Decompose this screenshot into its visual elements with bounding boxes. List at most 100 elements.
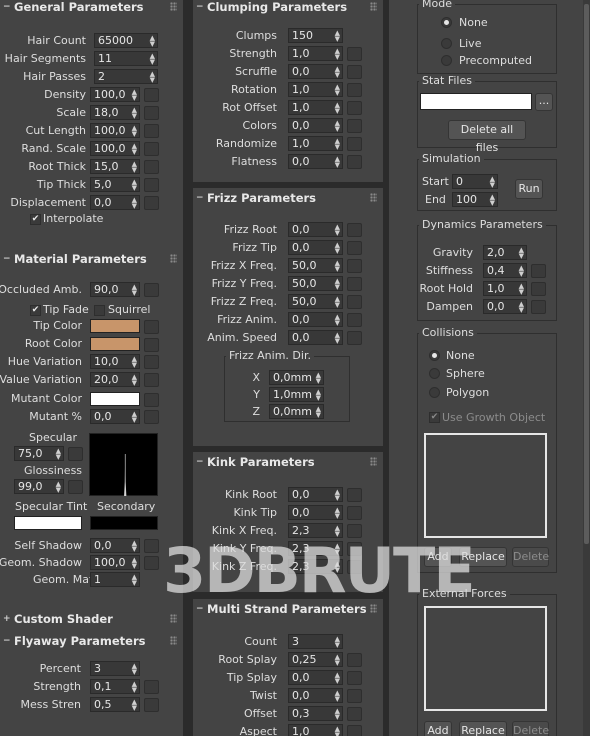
general-field-spinner[interactable]: 15,0 ▲ ▼ <box>90 159 140 174</box>
specular-tint-swatch[interactable] <box>14 516 82 530</box>
clumping-field-spinner[interactable]: 1,0 ▲ ▼ <box>288 100 343 115</box>
map-button[interactable] <box>347 223 362 237</box>
map-button[interactable] <box>347 259 362 273</box>
general-parameters-header[interactable]: − General Parameters <box>0 0 183 17</box>
spinner-arrows-icon[interactable]: ▲ ▼ <box>335 654 340 667</box>
forces-add-button[interactable]: Add <box>424 721 452 736</box>
collision-sphere-radio[interactable] <box>429 368 440 379</box>
collision-delete-button[interactable]: Delete <box>512 547 549 567</box>
spinner-arrows-icon[interactable]: ▲ ▼ <box>490 194 495 207</box>
map-button[interactable] <box>347 560 362 574</box>
spinner-arrows-icon[interactable]: ▲ ▼ <box>335 84 340 97</box>
grip-icon[interactable] <box>370 604 377 613</box>
spinner-arrows-icon[interactable]: ▲ ▼ <box>132 699 137 712</box>
collision-polygon-radio[interactable] <box>429 387 440 398</box>
clumping-field-spinner[interactable]: 150 ▲ ▼ <box>288 28 343 43</box>
map-button[interactable] <box>347 137 362 151</box>
spinner-arrows-icon[interactable]: ▲ ▼ <box>335 120 340 133</box>
map-button[interactable] <box>144 124 159 138</box>
spinner-arrows-icon[interactable]: ▲ ▼ <box>335 636 340 649</box>
spinner-arrows-icon[interactable]: ▲ ▼ <box>132 89 137 102</box>
spinner-arrows-icon[interactable]: ▲ ▼ <box>335 138 340 151</box>
map-button[interactable] <box>531 300 546 314</box>
spinner-arrows-icon[interactable]: ▲ ▼ <box>316 389 321 402</box>
scrollbar-thumb[interactable] <box>584 4 589 544</box>
flyaway-parameters-header[interactable]: − Flyaway Parameters <box>0 631 183 651</box>
map-button[interactable] <box>531 264 546 278</box>
general-field-spinner[interactable]: 0,0 ▲ ▼ <box>90 195 140 210</box>
end-spinner[interactable]: 100 ▲ ▼ <box>452 192 498 207</box>
map-button[interactable] <box>144 393 159 407</box>
clumping-field-spinner[interactable]: 1,0 ▲ ▼ <box>288 82 343 97</box>
spinner-arrows-icon[interactable]: ▲ ▼ <box>335 489 340 502</box>
grip-icon[interactable] <box>370 2 377 11</box>
collision-add-button[interactable]: Add <box>424 547 452 567</box>
spinner-arrows-icon[interactable]: ▲ ▼ <box>132 540 137 553</box>
clumping-field-spinner[interactable]: 0,0 ▲ ▼ <box>288 118 343 133</box>
spinner-arrows-icon[interactable]: ▲ ▼ <box>335 30 340 43</box>
map-button[interactable] <box>347 277 362 291</box>
spinner-arrows-icon[interactable]: ▲ ▼ <box>519 301 524 314</box>
spinner-arrows-icon[interactable]: ▲ ▼ <box>56 448 61 461</box>
spinner-arrows-icon[interactable]: ▲ ▼ <box>490 176 495 189</box>
general-field-spinner[interactable]: 65000 ▲ ▼ <box>94 33 158 48</box>
collision-objects-list[interactable] <box>424 433 547 538</box>
root-color-swatch[interactable] <box>90 337 140 351</box>
map-button[interactable] <box>144 338 159 352</box>
frizz-dir-field-spinner[interactable]: 0,0mm ▲ ▼ <box>269 370 324 385</box>
spinner-arrows-icon[interactable]: ▲ ▼ <box>335 726 340 736</box>
map-button[interactable] <box>347 524 362 538</box>
spinner-arrows-icon[interactable]: ▲ ▼ <box>132 356 137 369</box>
grip-icon[interactable] <box>170 636 177 645</box>
collision-none-radio[interactable] <box>429 350 440 361</box>
spinner-arrows-icon[interactable]: ▲ ▼ <box>132 284 137 297</box>
frizz-field-spinner[interactable]: 0,0 ▲ ▼ <box>288 330 343 345</box>
delete-all-files-button[interactable]: Delete all files <box>448 120 526 154</box>
spinner-arrows-icon[interactable]: ▲ ▼ <box>132 197 137 210</box>
map-button[interactable] <box>531 282 546 296</box>
map-button[interactable] <box>347 47 362 61</box>
map-button[interactable] <box>144 680 159 694</box>
multistrand-field-spinner[interactable]: 3 ▲ ▼ <box>288 634 343 649</box>
clumping-field-spinner[interactable]: 0,0 ▲ ▼ <box>288 154 343 169</box>
kink-field-spinner[interactable]: 2,3 ▲ ▼ <box>288 541 343 556</box>
map-button[interactable] <box>144 698 159 712</box>
map-button[interactable] <box>347 295 362 309</box>
dynamics-field-spinner[interactable]: 2,0 ▲ ▼ <box>483 245 527 260</box>
spinner-arrows-icon[interactable]: ▲ ▼ <box>335 525 340 538</box>
flyaway-field-spinner[interactable]: 0,5 ▲ ▼ <box>90 697 140 712</box>
map-button[interactable] <box>347 488 362 502</box>
spinner-arrows-icon[interactable]: ▲ ▼ <box>335 543 340 556</box>
grip-icon[interactable] <box>170 2 177 11</box>
run-button[interactable]: Run <box>515 179 543 199</box>
multistrand-field-spinner[interactable]: 0,0 ▲ ▼ <box>288 670 343 685</box>
map-button[interactable] <box>144 539 159 553</box>
multistrand-field-spinner[interactable]: 0,25 ▲ ▼ <box>288 652 343 667</box>
spinner-arrows-icon[interactable]: ▲ ▼ <box>132 179 137 192</box>
spinner-arrows-icon[interactable]: ▲ ▼ <box>132 161 137 174</box>
mutant-percent-spinner[interactable]: 0,0 ▲ ▼ <box>90 409 140 424</box>
general-field-spinner[interactable]: 5,0 ▲ ▼ <box>90 177 140 192</box>
mutant-color-swatch[interactable] <box>90 392 140 406</box>
frizz-field-spinner[interactable]: 0,0 ▲ ▼ <box>288 240 343 255</box>
use-growth-object-checkbox[interactable]: ✔ <box>429 412 440 423</box>
map-button[interactable] <box>347 671 362 685</box>
map-button[interactable] <box>144 106 159 120</box>
map-button[interactable] <box>144 410 159 424</box>
spinner-arrows-icon[interactable]: ▲ ▼ <box>335 507 340 520</box>
clumping-field-spinner[interactable]: 0,0 ▲ ▼ <box>288 64 343 79</box>
map-button[interactable] <box>68 447 83 461</box>
spinner-arrows-icon[interactable]: ▲ ▼ <box>335 242 340 255</box>
spinner-arrows-icon[interactable]: ▲ ▼ <box>335 314 340 327</box>
general-field-spinner[interactable]: 11 ▲ ▼ <box>94 51 158 66</box>
spinner-arrows-icon[interactable]: ▲ ▼ <box>519 247 524 260</box>
map-button[interactable] <box>347 707 362 721</box>
external-forces-list[interactable] <box>424 606 547 711</box>
map-button[interactable] <box>347 241 362 255</box>
map-button[interactable] <box>144 178 159 192</box>
tip-color-swatch[interactable] <box>90 319 140 333</box>
spinner-arrows-icon[interactable]: ▲ ▼ <box>335 561 340 574</box>
glossiness-spinner[interactable]: 99,0 ▲ ▼ <box>14 479 64 494</box>
map-button[interactable] <box>347 83 362 97</box>
spinner-arrows-icon[interactable]: ▲ ▼ <box>150 71 155 84</box>
